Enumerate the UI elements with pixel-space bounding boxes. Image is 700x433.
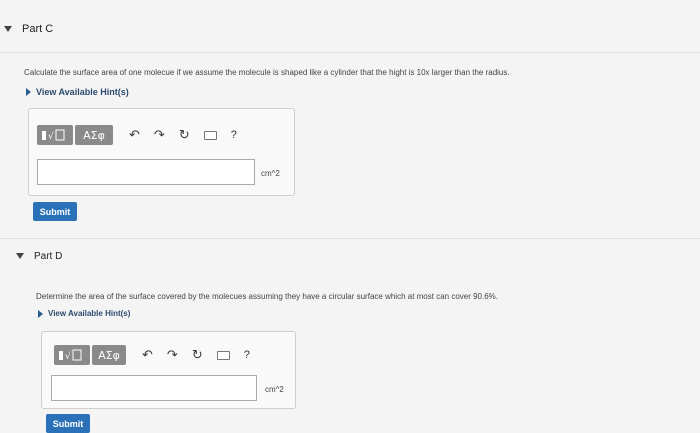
part-c-answer-input[interactable] xyxy=(37,159,255,185)
part-c-unit-label: cm^2 xyxy=(261,169,280,178)
svg-text:√: √ xyxy=(65,351,71,362)
svg-text:√: √ xyxy=(48,131,54,142)
part-c-math-toolbar: √ ΑΣφ ↶ ↷ ↻ ? xyxy=(37,123,237,147)
part-c-submit-button[interactable]: Submit xyxy=(33,202,77,221)
hint-expand-icon[interactable] xyxy=(38,310,43,318)
help-button[interactable]: ? xyxy=(244,349,250,361)
part-c-view-hints-link[interactable]: View Available Hint(s) xyxy=(36,87,129,97)
templates-icon[interactable]: √ xyxy=(54,345,90,365)
part-c-prompt: Calculate the surface area of one molecu… xyxy=(24,68,510,77)
collapse-caret-icon[interactable] xyxy=(16,253,24,259)
part-d-prompt: Determine the area of the surface covere… xyxy=(36,292,499,301)
templates-icon[interactable]: √ xyxy=(37,125,73,145)
keyboard-icon[interactable] xyxy=(203,130,217,140)
keyboard-icon[interactable] xyxy=(216,350,230,360)
undo-icon[interactable]: ↶ xyxy=(129,128,140,143)
part-d-unit-label: cm^2 xyxy=(265,385,284,394)
hint-expand-icon[interactable] xyxy=(26,88,31,96)
part-c-title: Part C xyxy=(22,23,54,35)
greek-symbols-button[interactable]: ΑΣφ xyxy=(75,125,113,145)
part-d-submit-button[interactable]: Submit xyxy=(46,414,90,433)
undo-icon[interactable]: ↶ xyxy=(142,348,153,363)
part-d-answer-box: √ ΑΣφ ↶ ↷ ↻ ? cm^2 xyxy=(41,331,296,409)
redo-icon[interactable]: ↷ xyxy=(167,348,178,363)
reset-icon[interactable]: ↻ xyxy=(179,128,190,143)
part-d-view-hints-link[interactable]: View Available Hint(s) xyxy=(48,309,130,318)
part-d-answer-input[interactable] xyxy=(51,375,257,401)
help-button[interactable]: ? xyxy=(231,129,237,141)
part-c-bottom-divider xyxy=(0,238,700,239)
greek-symbols-button[interactable]: ΑΣφ xyxy=(92,345,126,365)
collapse-caret-icon[interactable] xyxy=(4,26,12,32)
part-d-title: Part D xyxy=(34,251,63,262)
redo-icon[interactable]: ↷ xyxy=(154,128,165,143)
part-c-answer-box: √ ΑΣφ ↶ ↷ ↻ ? cm^2 xyxy=(28,108,295,196)
part-c-divider xyxy=(0,52,700,53)
reset-icon[interactable]: ↻ xyxy=(192,348,203,363)
part-d-math-toolbar: √ ΑΣφ ↶ ↷ ↻ ? xyxy=(54,343,250,367)
